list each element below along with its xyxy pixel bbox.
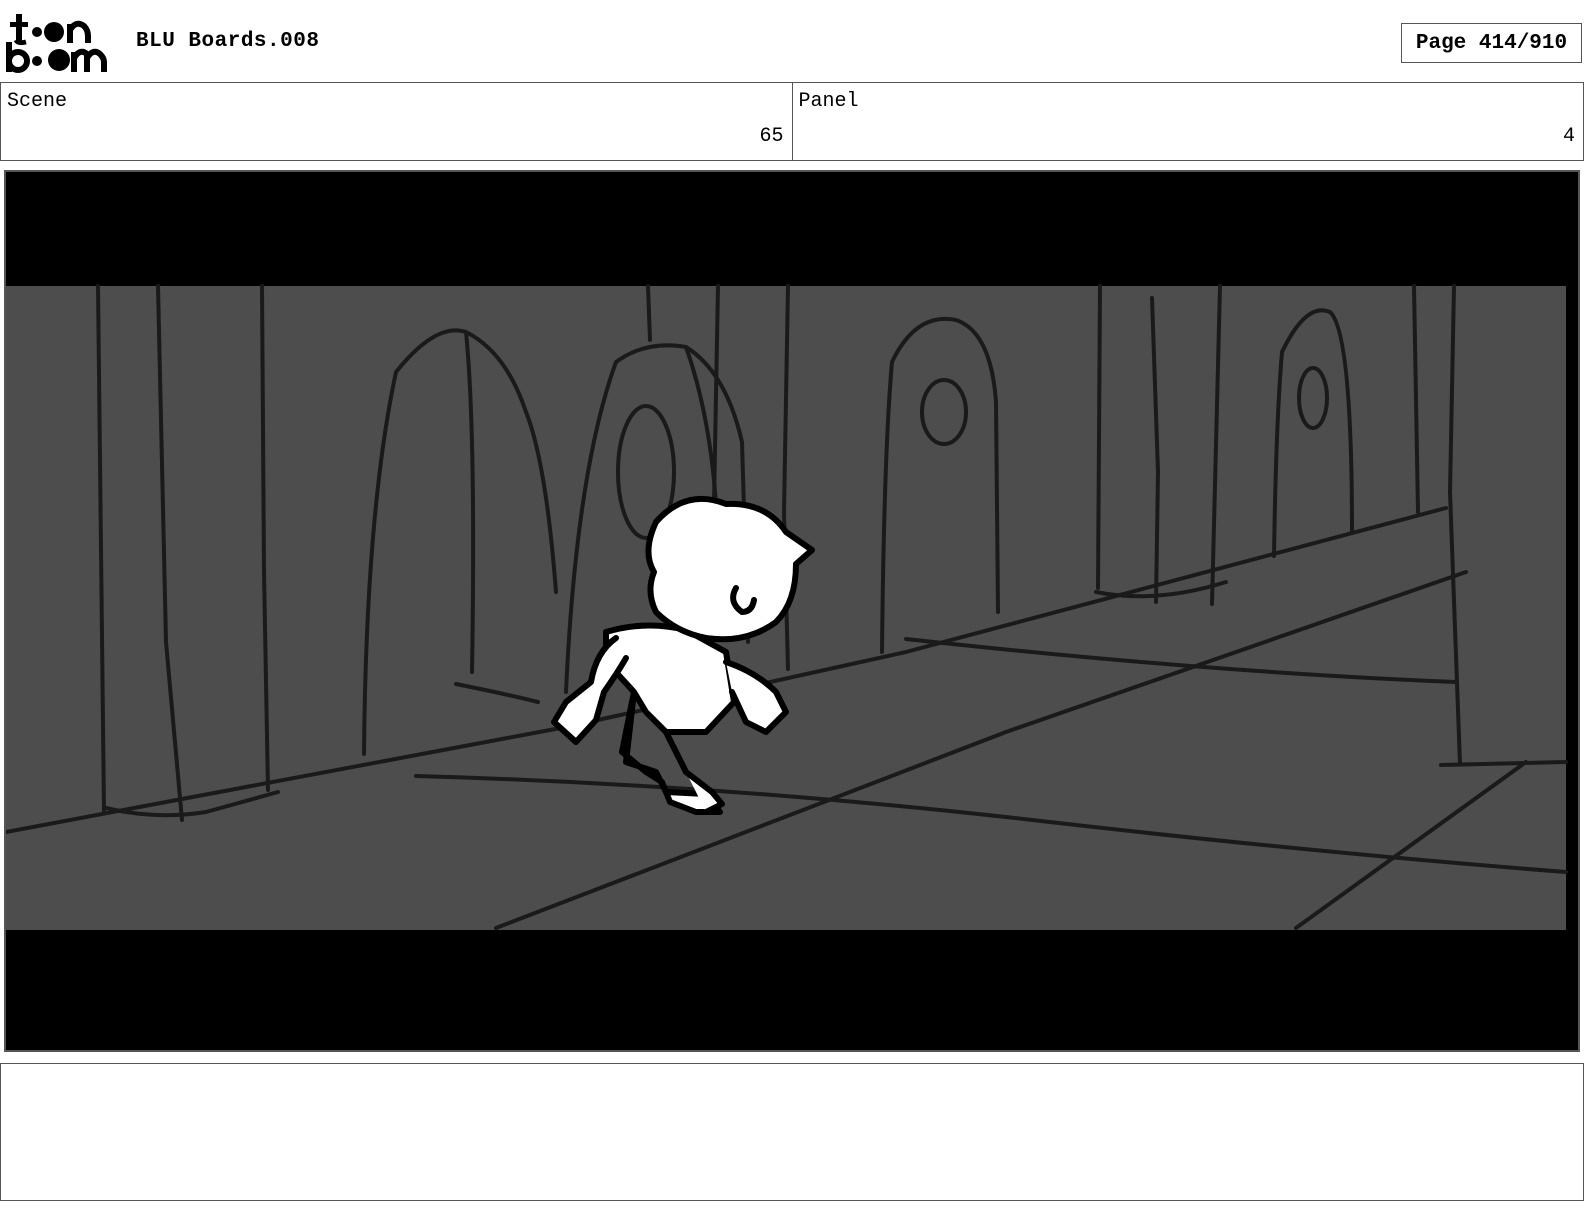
storyboard-sketch-image [6, 172, 1578, 1050]
toon-boom-logo [4, 12, 116, 76]
scene-label: Scene [7, 90, 68, 113]
scene-cell: Scene 65 [0, 83, 792, 160]
scene-panel-row: Scene 65 Panel 4 [0, 82, 1584, 161]
panel-label: Panel [798, 90, 859, 113]
page-indicator: Page 414/910 [1401, 23, 1582, 63]
panel-cell: Panel 4 [791, 83, 1584, 160]
document-title: BLU Boards.008 [136, 30, 320, 53]
scene-value: 65 [759, 125, 784, 148]
panel-notes-box [0, 1063, 1584, 1201]
storyboard-panel-image [4, 170, 1580, 1052]
panel-value: 4 [1562, 125, 1575, 148]
